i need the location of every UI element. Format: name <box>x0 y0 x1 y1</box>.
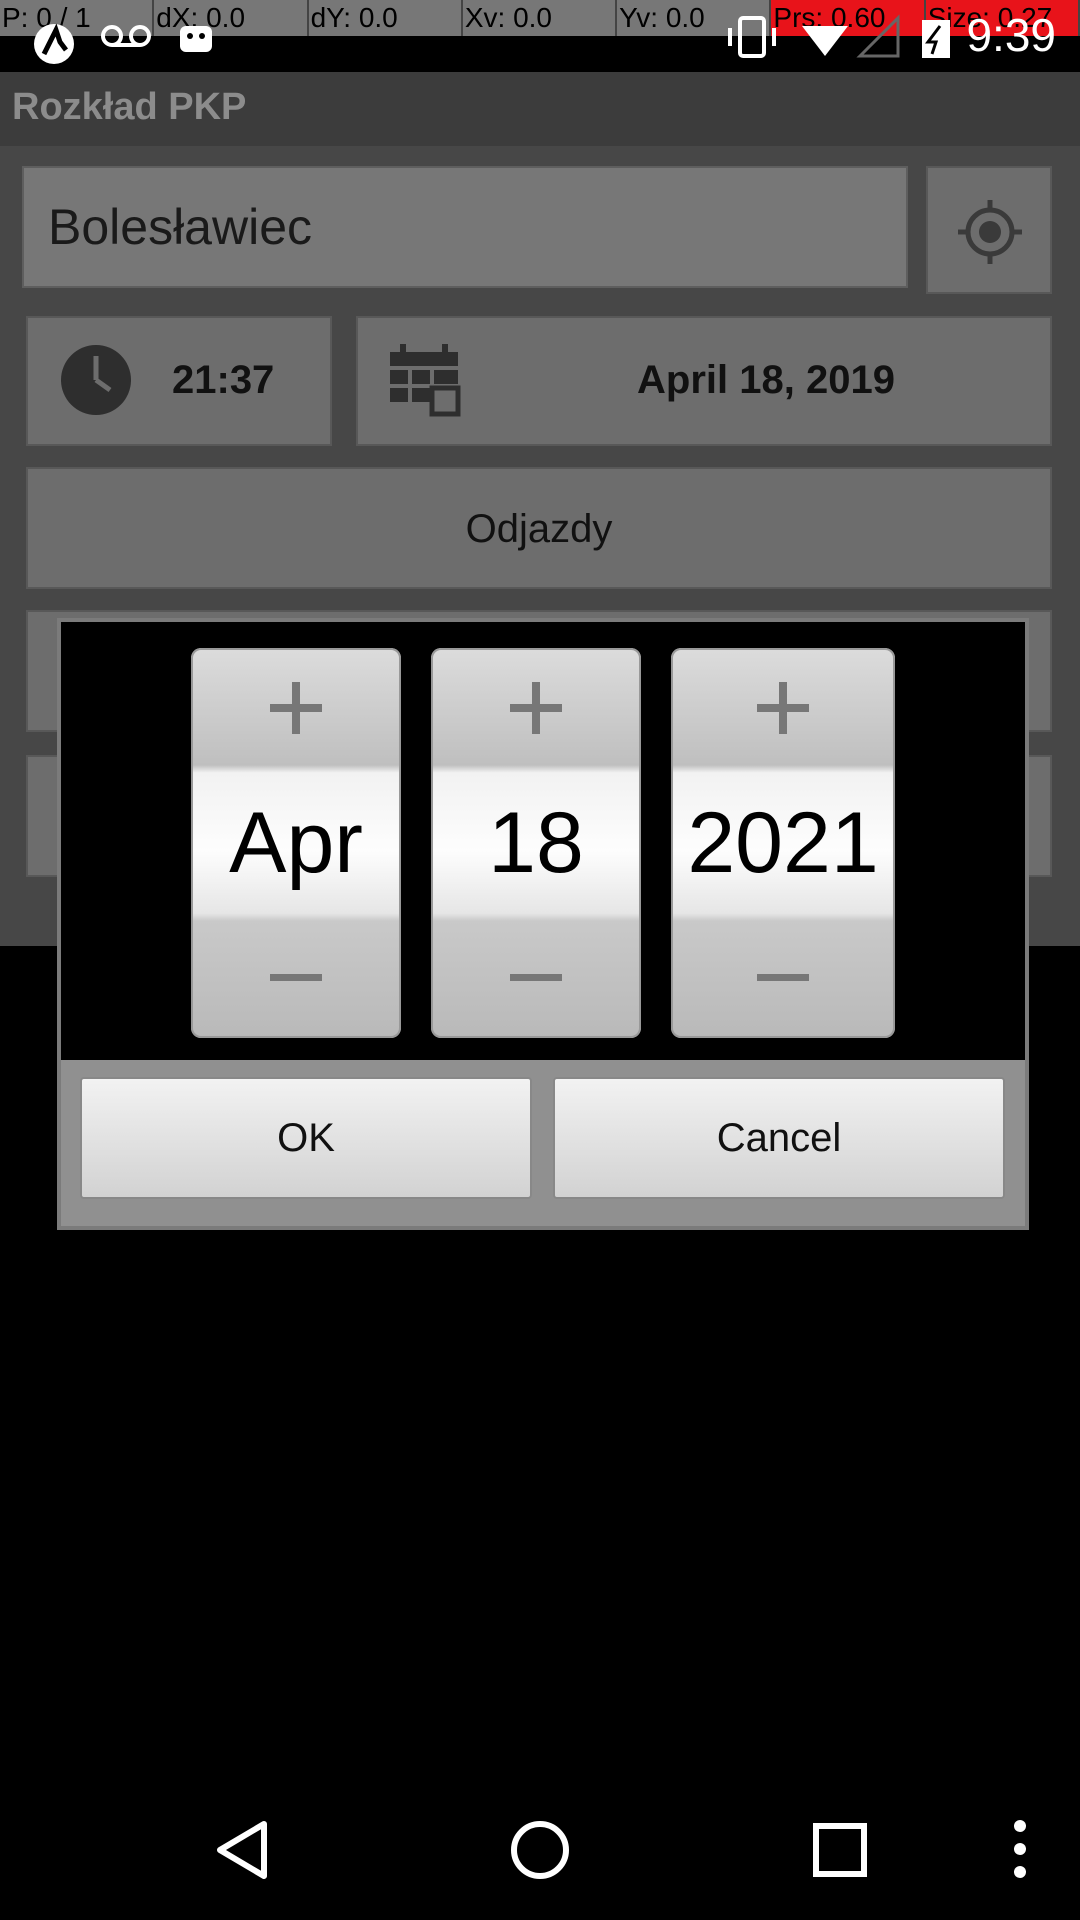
debug-xv: Xv: 0.0 <box>463 0 618 36</box>
month-value[interactable]: Apr <box>191 773 401 913</box>
android-icon <box>180 26 212 52</box>
home-icon[interactable] <box>508 1818 572 1882</box>
station-input-value: Bolesławiec <box>48 199 313 255</box>
month-increment-button[interactable] <box>191 648 401 768</box>
departures-label: Odjazdy <box>465 507 613 551</box>
crosshair-icon <box>958 200 1022 264</box>
plus-icon <box>510 682 562 734</box>
back-icon[interactable] <box>212 1818 272 1882</box>
month-picker: Apr <box>191 648 401 1038</box>
minus-icon <box>757 974 809 981</box>
locate-button[interactable] <box>926 166 1052 294</box>
minus-icon <box>510 974 562 981</box>
clock-icon <box>61 345 131 415</box>
year-decrement-button[interactable] <box>671 918 895 1038</box>
cancel-button[interactable]: Cancel <box>553 1077 1005 1199</box>
year-increment-button[interactable] <box>671 648 895 768</box>
year-picker: 2021 <box>671 648 895 1038</box>
plus-icon <box>270 682 322 734</box>
day-value[interactable]: 18 <box>431 773 641 913</box>
signal-icon <box>856 14 900 58</box>
day-increment-button[interactable] <box>431 648 641 768</box>
battery-charging-icon <box>922 20 950 58</box>
voicemail-icon <box>101 25 151 47</box>
vibrate-icon <box>728 16 776 58</box>
station-input[interactable]: Bolesławiec <box>22 166 908 288</box>
minus-icon <box>270 974 322 981</box>
menu-icon[interactable] <box>1004 1816 1036 1882</box>
app-notification-icon <box>34 23 74 64</box>
year-value[interactable]: 2021 <box>671 773 895 913</box>
plus-icon <box>757 682 809 734</box>
time-button[interactable]: 21:37 <box>26 316 332 446</box>
recents-icon[interactable] <box>812 1822 868 1878</box>
date-value: April 18, 2019 <box>637 358 895 402</box>
app-title: Rozkład PKP <box>12 86 247 128</box>
departures-button[interactable]: Odjazdy <box>26 467 1052 589</box>
time-value: 21:37 <box>172 358 275 402</box>
date-button[interactable]: April 18, 2019 <box>356 316 1052 446</box>
wifi-icon <box>802 26 848 56</box>
status-clock: 9:39 <box>966 9 1056 61</box>
day-decrement-button[interactable] <box>431 918 641 1038</box>
ok-button[interactable]: OK <box>80 1077 532 1199</box>
day-picker: 18 <box>431 648 641 1038</box>
debug-dy: dY: 0.0 <box>309 0 463 36</box>
month-decrement-button[interactable] <box>191 918 401 1038</box>
